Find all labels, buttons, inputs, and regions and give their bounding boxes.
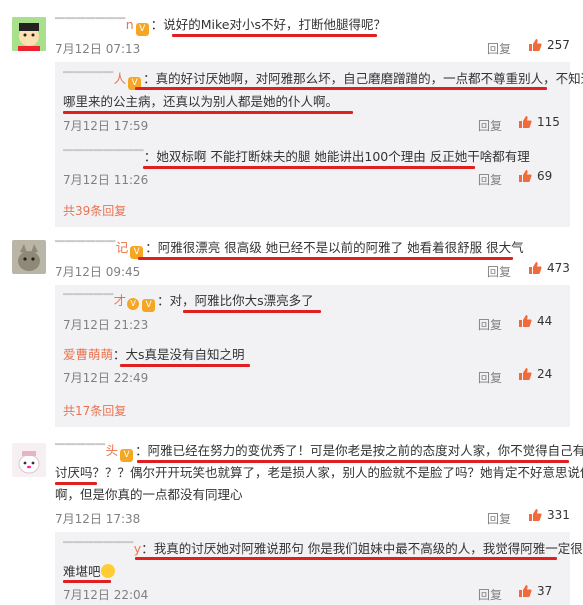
comment-date: 7月12日 17:38 [55,512,141,526]
username-blurred[interactable]: ▔▔▔▔▔▔▔▔ [63,149,144,164]
like-button[interactable]: 24 [518,367,552,381]
username[interactable]: 头 [106,443,119,458]
comment-text-line1: 阿雅已经在努力的变优秀了！可是你老是按之前的态度对人家，你不觉得自己有点 [147,443,583,458]
comment-text-line3: 啊，但是你真的一点都没有同理心 [55,487,243,502]
username-blurred[interactable]: ▔▔▔▔▔▔▔ [55,17,126,32]
thumbs-up-icon [519,368,532,380]
like-button[interactable]: 473 [528,261,570,275]
username-blurred[interactable]: ▔▔▔▔▔ [55,443,106,458]
like-count: 69 [537,169,553,183]
reply-date: 7月12日 22:04 [63,588,149,602]
reply-text-line2: 难堪吧 [63,564,101,579]
like-count: 257 [547,38,570,52]
like-count: 473 [547,261,570,275]
comment-2-header: ▔▔▔▔▔▔记 V ：阿雅很漂亮 很高级 她已经不是以前的阿雅了 她看着很舒服 很大… [55,240,524,259]
reply-text-line1: 真的好讨厌她啊，对阿雅那么坏，自己磨磨蹭蹭的，一点都不尊重别人，不知道 [155,71,583,86]
vip-badge: V [135,23,149,36]
reply-date: 7月12日 11:26 [63,173,149,187]
reply-button[interactable]: 回复 [478,586,502,603]
reply-2-2-line1: 爱曹萌萌：大s真是没有自知之明 [63,347,245,362]
avatar-cat-icon [12,240,46,274]
highlight-underline [172,34,377,37]
highlight-underline [183,310,321,313]
reply-button[interactable]: 回复 [487,510,511,527]
reply-button[interactable]: 回复 [487,40,511,57]
reply-date: 7月12日 17:59 [63,119,149,133]
reply-date: 7月12日 21:23 [63,318,149,332]
thumbs-up-icon [519,585,532,597]
reply-button[interactable]: 回复 [487,263,511,280]
reply-text-line2: 哪里来的公主病，还真以为别人都是她的仆人啊。 [63,94,339,109]
reply-button[interactable]: 回复 [478,171,502,188]
username[interactable]: 人 [114,71,127,86]
reply-text: 她双标啊 不能打断妹夫的腿 她能讲出100个理由 反正她干啥都有理 [156,149,530,164]
like-count: 24 [537,367,553,381]
username[interactable]: 记 [116,240,129,255]
reply-text-line1: 我真的讨厌她对阿雅说那句 你是我们姐妹中最不高级的人，我觉得阿雅一定很 [153,541,583,556]
highlight-underline [55,482,97,485]
like-button[interactable]: 44 [518,314,552,328]
reply-text: 大s真是没有自知之明 [125,347,245,362]
like-count: 37 [537,584,553,598]
thumbs-up-icon [529,262,542,274]
like-button[interactable]: 331 [528,508,570,522]
like-count: 115 [537,115,560,129]
username[interactable]: 才 [114,293,127,308]
reply-2-1-line1: ▔▔▔▔▔才 V V ：对，阿雅比你大s漂亮多了 [63,293,314,312]
like-button[interactable]: 69 [518,169,552,183]
reply-text: 对，阿雅比你大s漂亮多了 [169,293,314,308]
avatar-cartoon-icon [12,443,46,477]
like-button[interactable]: 115 [518,115,560,129]
emoji-icon [100,564,115,578]
thumbs-up-icon [519,315,532,327]
like-button[interactable]: 37 [518,584,552,598]
highlight-underline [120,364,250,367]
highlight-underline [63,111,353,114]
username-blurred[interactable]: ▔▔▔▔▔ [63,71,114,86]
username[interactable]: n [126,17,134,32]
more-replies-link[interactable]: 共17条回复 [63,402,126,419]
like-count: 331 [547,508,570,522]
avatar[interactable] [12,240,46,274]
like-button[interactable]: 257 [528,38,570,52]
highlight-underline [138,257,513,260]
thumbs-up-icon [529,39,542,51]
highlight-underline [63,580,111,583]
comment-text: 阿雅很漂亮 很高级 她已经不是以前的阿雅了 她看着很舒服 很大气 [157,240,524,255]
username-blurred[interactable]: ▔▔▔▔▔▔▔ [63,541,134,556]
reply-button[interactable]: 回复 [478,117,502,134]
username[interactable]: 爱曹萌萌 [63,347,113,362]
reply-button[interactable]: 回复 [478,316,502,333]
comment-text: 说好的Mike对小s不好，打断他腿得呢？ [163,17,387,32]
highlight-underline [137,460,569,463]
comment-date: 7月12日 07:13 [55,42,141,56]
avatar[interactable] [12,17,46,51]
reply-button[interactable]: 回复 [478,369,502,386]
like-count: 44 [537,314,553,328]
thumbs-up-icon [529,509,542,521]
thumbs-up-icon [519,116,532,128]
highlight-underline [143,166,475,169]
vip-badge: V [142,299,156,312]
username-blurred[interactable]: ▔▔▔▔▔ [63,293,114,308]
highlight-underline [135,557,557,560]
avatar[interactable] [12,443,46,477]
thumbs-up-icon [519,170,532,182]
comment-date: 7月12日 09:45 [55,265,141,279]
more-replies-link[interactable]: 共39条回复 [63,202,126,219]
comment-text-line2: 讨厌吗？？？偶尔开开玩笑也就算了，老是损人家，别人的脸就不是脸了吗？她肯定不好意… [55,465,583,480]
highlight-underline [135,87,547,90]
comment-3-line1: ▔▔▔▔▔头 V ：阿雅已经在努力的变优秀了！可是你老是按之前的态度对人家，你不觉得… [55,439,583,462]
reply-1-2-line1: ▔▔▔▔▔▔▔▔：她双标啊 不能打断妹夫的腿 她能讲出100个理由 反正她干啥都… [63,149,530,164]
username-blurred[interactable]: ▔▔▔▔▔▔ [55,240,116,255]
avatar-cartoon-icon [12,17,46,51]
verified-badge: V [127,298,140,310]
reply-date: 7月12日 22:49 [63,371,149,385]
comment-1-header: ▔▔▔▔▔▔▔n V ：说好的Mike对小s不好，打断他腿得呢？ [55,17,387,36]
